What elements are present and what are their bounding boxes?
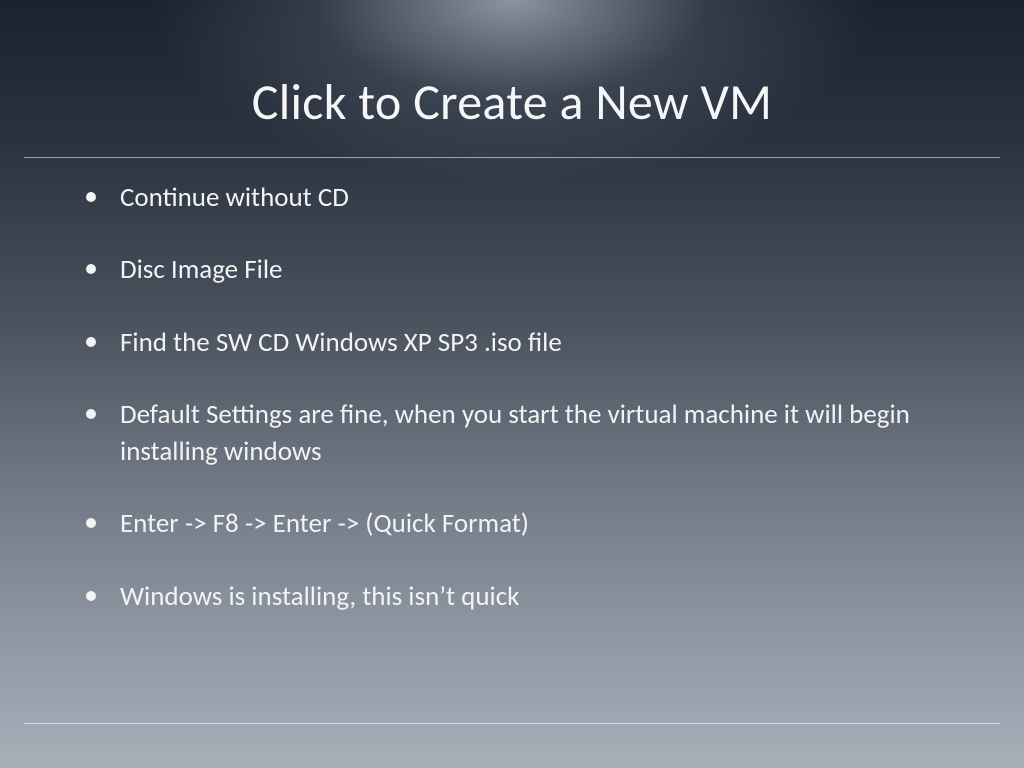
bottom-divider [24, 723, 1000, 724]
list-item: Windows is installing, this isn’t quick [60, 579, 964, 615]
bullet-list: Continue without CD Disc Image File Find… [60, 180, 964, 615]
slide-content: Continue without CD Disc Image File Find… [0, 158, 1024, 615]
list-item: Disc Image File [60, 252, 964, 288]
list-item: Default Settings are fine, when you star… [60, 397, 964, 470]
slide-title: Click to Create a New VM [0, 0, 1024, 157]
list-item: Find the SW CD Windows XP SP3 .iso file [60, 325, 964, 361]
list-item: Continue without CD [60, 180, 964, 216]
list-item: Enter -> F8 -> Enter -> (Quick Format) [60, 506, 964, 542]
slide: Click to Create a New VM Continue withou… [0, 0, 1024, 768]
